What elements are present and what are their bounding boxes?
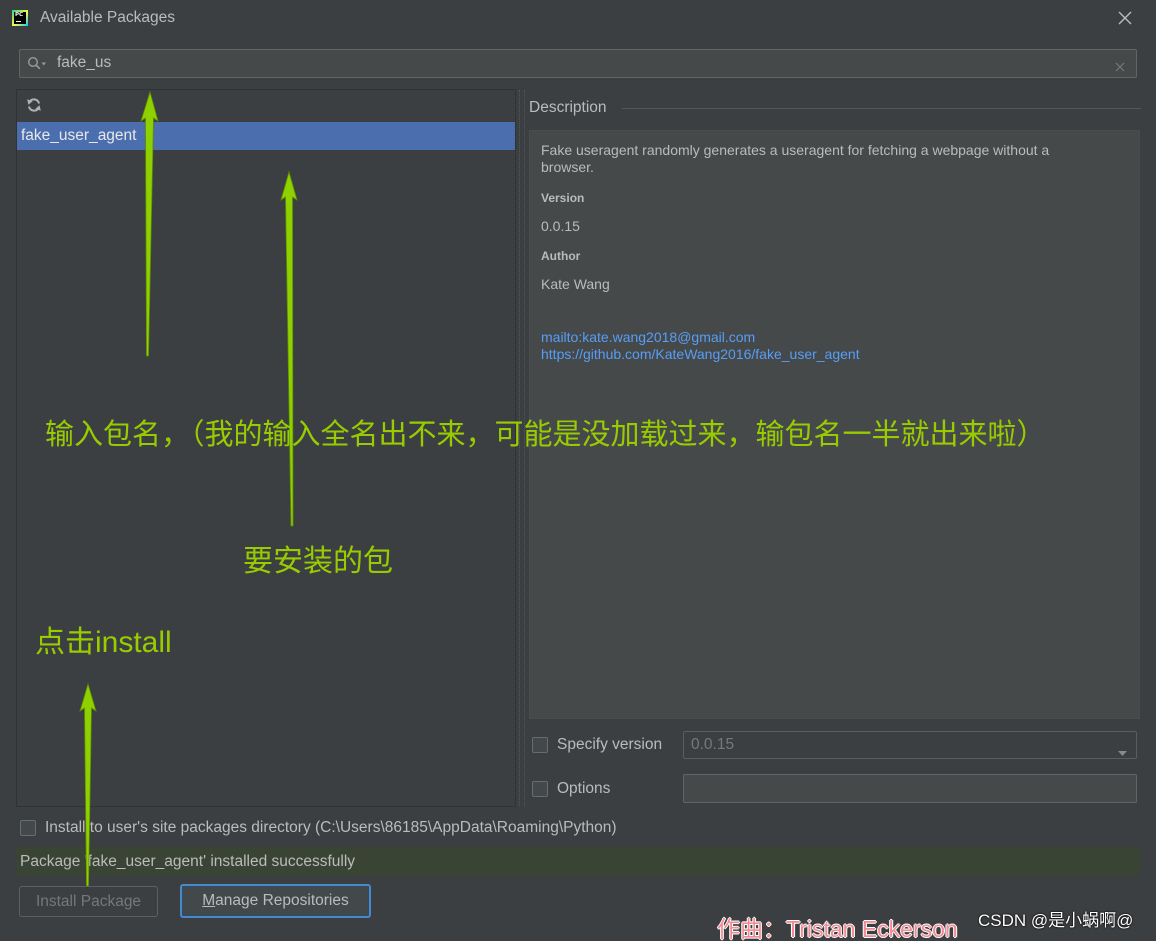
source-watermark: CSDN @是小蜗啊@ [978, 911, 1134, 930]
search-hint-annotation: 输入包名，（我的输入全名出不来，可能是没加载过来，输包名一半就出来啦） [45, 419, 1046, 451]
pycharm-logo-icon: PC [12, 10, 28, 26]
specify-version-checkbox[interactable] [532, 737, 548, 753]
options-checkbox[interactable] [532, 781, 548, 797]
description-divider [622, 108, 1141, 109]
app-icon-text: PC [15, 12, 24, 18]
title-bar: PC Available Packages [0, 0, 1156, 38]
package-hint-annotation: 要安装的包 [243, 545, 393, 578]
homepage-link[interactable]: https://github.com/KateWang2016/fake_use… [541, 346, 860, 363]
install-package-button[interactable]: Install Package [19, 886, 158, 917]
version-select-value: 0.0.15 [691, 736, 735, 753]
version-value: 0.0.15 [541, 218, 580, 234]
app-icon-inner: PC [14, 12, 26, 24]
status-message: Package 'fake_user_agent' installed succ… [16, 847, 1140, 876]
author-email-link[interactable]: mailto:kate.wang2018@gmail.com [541, 329, 755, 346]
chevron-down-icon[interactable] [1118, 743, 1127, 756]
clear-search-icon[interactable] [1115, 59, 1125, 72]
author-value: Kate Wang [541, 276, 610, 292]
package-list: fake_user_agent [17, 122, 515, 150]
window-title: Available Packages [40, 9, 175, 26]
version-select[interactable]: 0.0.15 [683, 731, 1137, 759]
search-value: fake_us [57, 54, 112, 71]
install-hint-annotation: 点击install [35, 626, 172, 659]
app-icon-bar [15, 21, 21, 23]
specify-version-label[interactable]: Specify version [557, 736, 662, 754]
list-item[interactable]: fake_user_agent [17, 122, 515, 150]
install-to-user-checkbox[interactable] [20, 820, 36, 836]
options-field[interactable] [683, 774, 1137, 803]
close-icon[interactable] [1117, 10, 1133, 26]
package-summary: Fake useragent randomly generates a user… [541, 142, 1050, 175]
author-label: Author [541, 249, 581, 263]
options-label[interactable]: Options [557, 780, 610, 798]
manage-repositories-button[interactable]: Manage Repositories [180, 884, 371, 918]
description-label: Description [529, 99, 607, 116]
credit-watermark: 作曲：Tristan Eckerson [717, 916, 958, 941]
search-input[interactable]: fake_us [19, 49, 1137, 78]
refresh-icon[interactable] [26, 97, 42, 113]
install-to-user-label[interactable]: Install to user's site packages director… [45, 819, 617, 837]
available-packages-dialog: PC Available Packages fake_us fake_user_… [0, 0, 1156, 941]
search-icon[interactable] [27, 56, 47, 71]
version-label: Version [541, 191, 585, 205]
manage-repositories-label: Manage Repositories [202, 892, 349, 909]
